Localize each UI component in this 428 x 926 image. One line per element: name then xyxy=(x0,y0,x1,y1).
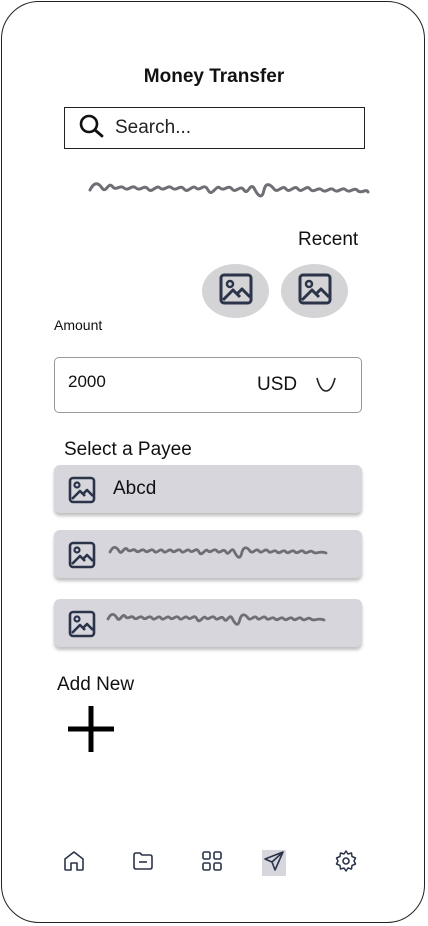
settings-icon xyxy=(334,849,358,878)
add-new-button[interactable] xyxy=(66,704,116,759)
payee-item[interactable] xyxy=(54,530,362,578)
recent-contact-avatar[interactable] xyxy=(202,264,269,318)
amount-label: Amount xyxy=(54,317,103,333)
add-new-label: Add New xyxy=(57,674,135,695)
image-icon xyxy=(68,541,96,574)
recent-label: Recent xyxy=(298,229,359,250)
amount-field[interactable]: 2000 USD xyxy=(54,357,362,413)
scribble-placeholder-text xyxy=(88,182,370,198)
search-bar[interactable]: Search... xyxy=(64,107,365,149)
scribble-placeholder-text xyxy=(106,612,326,626)
send-icon xyxy=(262,849,286,878)
select-payee-label: Select a Payee xyxy=(64,439,192,460)
search-input[interactable]: Search... xyxy=(115,117,191,139)
currency-select[interactable]: USD xyxy=(257,374,297,396)
nav-send[interactable] xyxy=(262,850,286,876)
recent-contact-avatar[interactable] xyxy=(281,264,348,318)
image-icon xyxy=(68,476,96,509)
amount-input[interactable]: 2000 xyxy=(68,372,106,392)
payee-name: Abcd xyxy=(113,478,157,499)
nav-apps[interactable] xyxy=(199,850,225,876)
image-icon xyxy=(68,610,96,643)
plus-icon xyxy=(66,706,116,758)
chevron-down-icon[interactable] xyxy=(315,376,337,399)
home-icon xyxy=(62,849,86,878)
image-icon xyxy=(298,273,332,310)
payee-item[interactable]: Abcd xyxy=(54,465,362,513)
folder-icon xyxy=(131,849,155,878)
search-icon xyxy=(79,114,105,143)
nav-settings[interactable] xyxy=(333,849,359,878)
nav-home[interactable] xyxy=(61,850,87,876)
page-title: Money Transfer xyxy=(143,66,285,87)
payee-item[interactable] xyxy=(54,599,362,647)
grid-icon xyxy=(200,849,224,878)
scribble-placeholder-text xyxy=(108,545,328,559)
image-icon xyxy=(219,273,253,310)
nav-folder[interactable] xyxy=(130,850,156,876)
